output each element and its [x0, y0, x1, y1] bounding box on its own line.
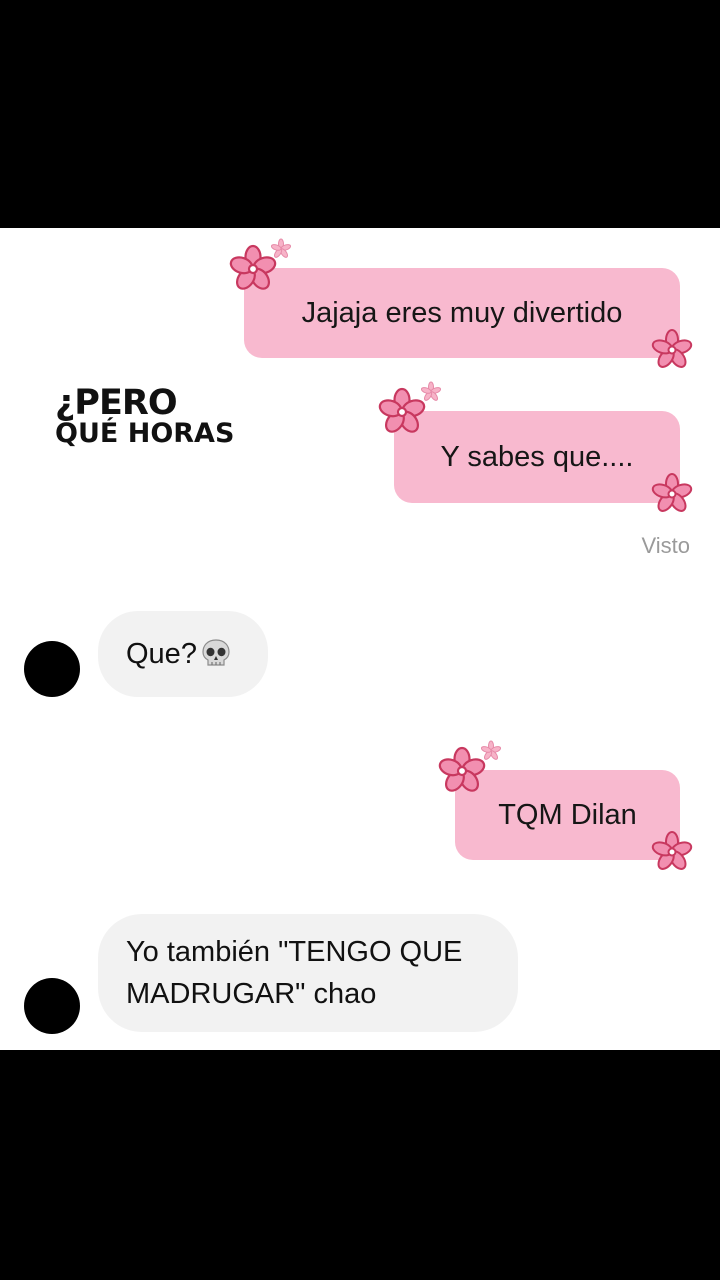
message-text: Jajaja eres muy divertido	[301, 297, 623, 329]
sparkle-icon	[270, 238, 292, 258]
message-text: Que?	[126, 638, 197, 670]
avatar[interactable]	[24, 641, 80, 697]
message-bubble-outgoing[interactable]: Y sabes que....	[394, 411, 680, 503]
watermark-line2: QUÉ HORAS	[55, 418, 235, 449]
chat-thread[interactable]: ¿PERO QUÉ HORAS Jajaja eres muy divertid…	[0, 228, 720, 1050]
seen-status: Visto	[641, 533, 690, 558]
message-text: TQM Dilan	[498, 799, 637, 831]
message-bubble-incoming[interactable]: Que?	[98, 611, 268, 697]
message-bubble-outgoing[interactable]: TQM Dilan	[455, 770, 680, 860]
skull-emoji	[202, 639, 230, 666]
flower-sticker-icon	[651, 329, 693, 368]
sparkle-icon	[480, 740, 502, 760]
message-text-line2: MADRUGAR" chao	[126, 978, 377, 1010]
message-bubble-incoming[interactable]: Yo también "TENGO QUE MADRUGAR" chao	[98, 914, 518, 1032]
watermark-line1: ¿PERO	[55, 383, 178, 423]
avatar[interactable]	[24, 978, 80, 1034]
message-text: Y sabes que....	[440, 441, 634, 473]
message-text-line1: Yo también "TENGO QUE	[126, 936, 463, 968]
letterbox-bottom	[0, 1050, 720, 1280]
sparkle-icon	[420, 381, 442, 401]
message-bubble-outgoing[interactable]: Jajaja eres muy divertido	[244, 268, 680, 358]
flower-sticker-icon	[651, 831, 693, 870]
watermark: ¿PERO QUÉ HORAS	[55, 386, 234, 448]
letterbox-top	[0, 0, 720, 228]
flower-sticker-icon	[651, 473, 693, 512]
